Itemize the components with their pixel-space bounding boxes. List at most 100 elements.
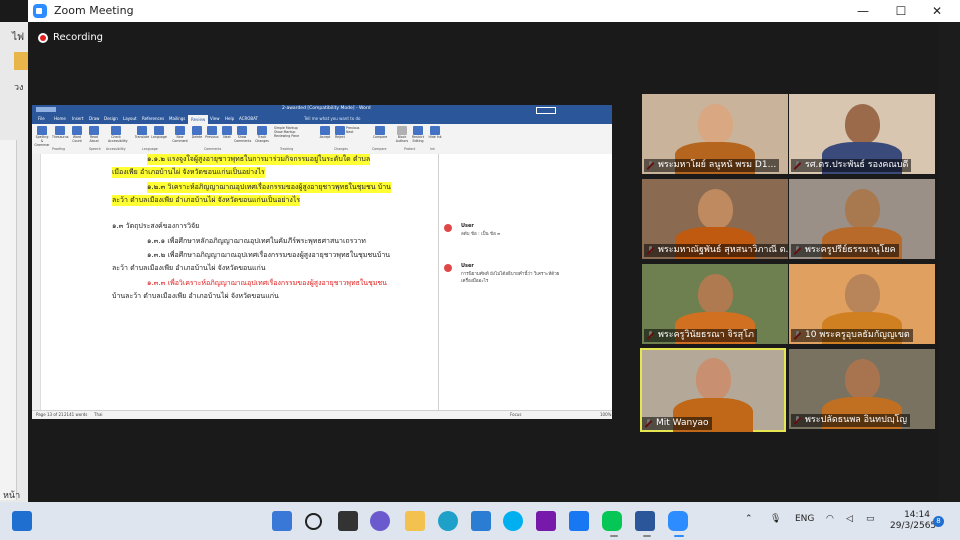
participant-tile[interactable]: พระครูวินัยธรณา จิรสุโภ (642, 264, 788, 344)
next-comment-button[interactable]: Next (219, 126, 235, 142)
skype-icon[interactable] (503, 511, 523, 531)
close-button[interactable]: ✕ (922, 2, 952, 20)
tell-me-search[interactable]: Tell me what you want to do (304, 116, 360, 121)
language-button[interactable]: Language (151, 126, 167, 142)
tab-insert[interactable]: Insert (72, 116, 83, 121)
tab-home[interactable]: Home (54, 116, 66, 121)
participant-video (698, 189, 733, 229)
facebook-icon[interactable] (569, 511, 589, 531)
word-ribbon: Spelling & Grammar Thesaurus Word Count … (32, 124, 612, 155)
start-icon[interactable] (272, 511, 292, 531)
restrict-editing-button[interactable]: Restrict Editing (410, 126, 426, 143)
hide-ink-button[interactable]: Hide Ink (427, 126, 443, 142)
language-indicator[interactable]: Thai (94, 412, 103, 417)
new-comment-button[interactable]: New Comment (172, 126, 188, 143)
microphone-icon[interactable]: 🎙 (770, 514, 781, 524)
participant-tile[interactable]: รศ.ดร.ประพันธ์ รองคณบดี (789, 94, 935, 174)
tab-references[interactable]: References (142, 116, 164, 121)
chat-icon[interactable] (370, 511, 390, 531)
track-changes-button[interactable]: Track Changes (254, 126, 270, 143)
comment-author: User (461, 223, 474, 229)
comment-text: เครื่องมืออะไร (461, 279, 489, 284)
document-page[interactable]: ๑.๑.๒ แรงจูงใจผู้สูงอายุชาวพุทธในการมาร่… (32, 154, 612, 410)
tab-help[interactable]: Help (225, 116, 234, 121)
tab-acrobat[interactable]: ACROBAT (239, 116, 258, 121)
signin-button[interactable] (536, 107, 556, 114)
participant-tile[interactable]: พระมหาโผย์ ลนูหนั พรม D1... (642, 94, 788, 174)
thesaurus-button[interactable]: Thesaurus (52, 126, 69, 142)
doc-line: ๑.๒.๓ วิเคราะห์อภิญญาฌาณอุปเทศเรื่องกรรม… (147, 182, 391, 193)
avatar (444, 224, 452, 232)
edge-icon[interactable] (438, 511, 458, 531)
ribbon-group-label: Proofing (52, 147, 66, 151)
mail-icon[interactable] (471, 511, 491, 531)
compare-button[interactable]: Compare (372, 126, 388, 142)
page-indicator[interactable]: Page 13 of 21 (36, 412, 64, 417)
spelling-button[interactable]: Spelling & Grammar (34, 126, 50, 147)
line-icon[interactable] (602, 511, 622, 531)
search-icon[interactable] (305, 513, 322, 530)
participant-tile[interactable]: พระปลัดธนพล อินทปญฺโญ (789, 349, 935, 429)
tab-file[interactable]: File (38, 116, 45, 121)
tab-design[interactable]: Design (104, 116, 118, 121)
onenote-icon[interactable] (536, 511, 556, 531)
markup-options[interactable]: Simple Markup Show Markup Reviewing Pane (274, 126, 314, 142)
translate-button[interactable]: Translate (134, 126, 150, 142)
participant-tile[interactable]: พระมหาณัฐพันธ์ สุหสนาวิภาณี ต... (642, 179, 788, 259)
doc-line: เมืองเพีย อำเภอบ้านไผ่ จังหวัดขอนแก่นเป็… (112, 167, 265, 178)
notification-badge[interactable]: 8 (933, 516, 944, 527)
wifi-icon[interactable]: ◠ (826, 514, 834, 524)
battery-icon[interactable]: ▭ (866, 514, 875, 524)
shared-screen-word[interactable]: 2-awarded [Compatibility Mode] - Word Fi… (32, 105, 612, 419)
doc-line: ๑.๓.๓ เพื่อวิเคราะห์อภิญญาฌาณอุปเทศเรื่อ… (147, 279, 387, 287)
tab-layout[interactable]: Layout (123, 116, 137, 121)
change-nav-options[interactable]: Previous Next (346, 126, 366, 142)
quick-access-toolbar[interactable] (36, 107, 56, 112)
previous-comment-button[interactable]: Previous (204, 126, 220, 142)
read-aloud-button[interactable]: Read Aloud (86, 126, 102, 143)
participant-video (845, 104, 880, 144)
doc-line: บ้านละว้า ตำบลเมืองเพีย อำเภอบ้านไผ่ จัง… (112, 292, 279, 300)
tab-review[interactable]: Review (188, 115, 209, 124)
language-indicator[interactable]: ENG (795, 514, 814, 524)
chevron-up-icon[interactable]: ⌃ (745, 514, 753, 524)
participant-tile[interactable]: 10 พระครูอุบลธัมกัญญเขต (789, 264, 935, 344)
ribbon-group-label: Accessibility (106, 147, 126, 151)
widgets-icon[interactable] (12, 511, 32, 531)
tab-view[interactable]: View (210, 116, 220, 121)
ribbon-group-label: Protect (404, 147, 416, 151)
participant-name: Mit Wanyao (642, 417, 712, 430)
ribbon-group-label: Ink (430, 147, 435, 151)
desktop-text: วง (14, 83, 24, 93)
ribbon-group-label: Compare (372, 147, 387, 151)
volume-icon[interactable]: ◁ (846, 514, 853, 524)
show-comments-button[interactable]: Show Comments (234, 126, 251, 143)
zoom-level[interactable]: 100% (600, 412, 611, 417)
minimize-button[interactable]: — (848, 2, 878, 20)
task-view-icon[interactable] (338, 511, 358, 531)
ribbon-group-label: Comments (204, 147, 222, 151)
word-count-indicator[interactable]: 2141 words (64, 412, 87, 417)
focus-button[interactable]: Focus (510, 412, 521, 417)
tab-draw[interactable]: Draw (89, 116, 99, 121)
word-icon[interactable] (635, 511, 655, 531)
zoom-icon[interactable] (668, 511, 688, 531)
word-count-button[interactable]: Word Count (69, 126, 85, 143)
record-icon (38, 33, 48, 43)
time: 14:14 (904, 510, 930, 520)
file-explorer-icon[interactable] (405, 511, 425, 531)
block-authors-button[interactable]: Block Authors (394, 126, 410, 143)
accept-button[interactable]: Accept (317, 126, 333, 142)
tab-mailings[interactable]: Mailings (169, 116, 185, 121)
participant-name: 10 พระครูอุบลธัมกัญญเขต (791, 329, 913, 342)
participant-video (696, 358, 731, 400)
running-indicator (610, 535, 618, 537)
running-indicator (643, 535, 651, 537)
maximize-button[interactable]: ☐ (886, 2, 916, 20)
participant-tile[interactable]: พระครูปรีย์ธรรมานุโยค (789, 179, 935, 259)
check-accessibility-button[interactable]: Check Accessibility (108, 126, 128, 143)
doc-line: ๑.๑.๒ แรงจูงใจผู้สูงอายุชาวพุทธในการมาร่… (147, 154, 371, 165)
participant-tile-active-speaker[interactable]: Mit Wanyao (640, 348, 786, 432)
clock[interactable]: 14:14 29/3/2565 (890, 510, 936, 532)
delete-comment-button[interactable]: Delete (189, 126, 205, 142)
